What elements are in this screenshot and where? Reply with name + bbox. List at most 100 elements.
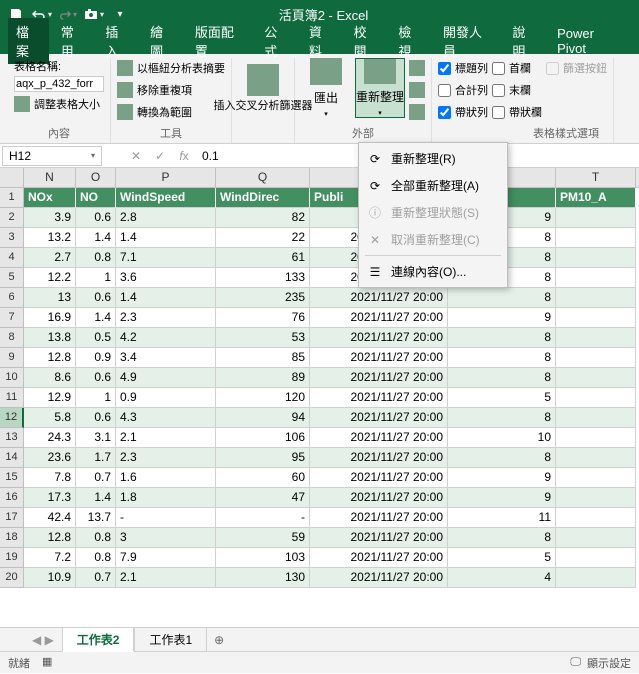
cell[interactable]: 2.1 (116, 568, 216, 588)
cell[interactable]: 3.4 (116, 348, 216, 368)
cell[interactable]: 0.8 (76, 528, 116, 548)
cell[interactable] (556, 508, 636, 528)
cell[interactable]: 61 (216, 248, 310, 268)
dm-refresh[interactable]: ⟳重新整理(R) (361, 145, 505, 172)
cell[interactable]: 7.9 (116, 548, 216, 568)
cell[interactable]: 0.9 (76, 348, 116, 368)
cell[interactable]: 2021/11/27 20:00 (310, 368, 448, 388)
cell[interactable]: 94 (216, 408, 310, 428)
cell[interactable]: 53 (216, 328, 310, 348)
cell[interactable]: 0.7 (76, 568, 116, 588)
cell[interactable]: 4 (448, 568, 556, 588)
open-browser-button[interactable] (409, 80, 425, 100)
cell[interactable]: 1.6 (116, 468, 216, 488)
cell[interactable] (556, 568, 636, 588)
cell[interactable] (556, 368, 636, 388)
cell[interactable]: NO (76, 188, 116, 208)
cell[interactable]: 9 (448, 308, 556, 328)
row-header[interactable]: 13 (0, 428, 24, 448)
cell[interactable]: 2021/11/27 20:00 (310, 408, 448, 428)
cell[interactable] (556, 348, 636, 368)
cell[interactable] (556, 308, 636, 328)
menu-powerpivot[interactable]: Power Pivot (549, 22, 631, 60)
add-sheet-button[interactable]: ⊕ (207, 633, 231, 647)
cell[interactable] (556, 448, 636, 468)
cell[interactable]: 2021/11/27 20:00 (310, 528, 448, 548)
row-header[interactable]: 12 (0, 408, 24, 428)
cell[interactable] (556, 248, 636, 268)
cell[interactable]: 13 (24, 288, 76, 308)
cell[interactable] (556, 268, 636, 288)
row-header[interactable]: 15 (0, 468, 24, 488)
cell[interactable]: 95 (216, 448, 310, 468)
cell[interactable]: 12.9 (24, 388, 76, 408)
cell[interactable]: 5 (448, 388, 556, 408)
macro-icon[interactable]: ▦ (42, 655, 52, 671)
cell[interactable]: 2021/11/27 20:00 (310, 548, 448, 568)
cell[interactable]: 1.8 (116, 488, 216, 508)
cell[interactable]: 7.8 (24, 468, 76, 488)
cell[interactable]: 2.8 (116, 208, 216, 228)
cell[interactable]: 7.1 (116, 248, 216, 268)
cell[interactable]: 1.4 (116, 288, 216, 308)
cell[interactable]: 2.1 (116, 428, 216, 448)
cell[interactable]: 8.6 (24, 368, 76, 388)
cell[interactable]: PM10_A (556, 188, 636, 208)
cell[interactable]: 24.3 (24, 428, 76, 448)
cell[interactable]: 103 (216, 548, 310, 568)
cell[interactable] (556, 428, 636, 448)
cell[interactable]: 8 (448, 368, 556, 388)
cell[interactable]: 4.3 (116, 408, 216, 428)
name-box[interactable]: H12▾ (2, 146, 102, 166)
cell[interactable]: 0.8 (76, 248, 116, 268)
cell[interactable]: 8 (448, 288, 556, 308)
cell[interactable] (556, 548, 636, 568)
cell[interactable]: 8 (448, 408, 556, 428)
cell[interactable]: 7.2 (24, 548, 76, 568)
cell[interactable]: 2021/11/27 20:00 (310, 508, 448, 528)
cell[interactable]: 22 (216, 228, 310, 248)
cell[interactable]: 4.2 (116, 328, 216, 348)
cell[interactable]: 60 (216, 468, 310, 488)
cell[interactable]: 3.9 (24, 208, 76, 228)
cell[interactable]: 1.4 (76, 488, 116, 508)
cell[interactable]: 0.5 (76, 328, 116, 348)
col-header[interactable]: O (76, 168, 116, 187)
row-header[interactable]: 4 (0, 248, 24, 268)
cell[interactable]: 8 (448, 328, 556, 348)
total-row-check[interactable]: 合計列 (438, 80, 488, 100)
refresh-button[interactable]: 重新整理▾ (355, 58, 405, 118)
row-header[interactable]: 8 (0, 328, 24, 348)
cell[interactable]: 2021/11/27 20:00 (310, 468, 448, 488)
cell[interactable]: 4.9 (116, 368, 216, 388)
cell[interactable]: 3.6 (116, 268, 216, 288)
display-settings-label[interactable]: 顯示設定 (587, 655, 631, 671)
cell[interactable]: 3 (116, 528, 216, 548)
banded-rows-check[interactable]: 帶狀列 (438, 102, 488, 122)
fx-button[interactable]: fx (172, 149, 196, 163)
banded-cols-check[interactable]: 帶狀欄 (492, 102, 542, 122)
cell[interactable]: 23.6 (24, 448, 76, 468)
export-button[interactable]: 匯出▾ (301, 58, 351, 118)
cell[interactable] (556, 228, 636, 248)
row-header[interactable]: 20 (0, 568, 24, 588)
col-header[interactable]: P (116, 168, 216, 187)
cell[interactable] (556, 408, 636, 428)
tab-nav[interactable]: ◀ ▶ (24, 633, 62, 647)
cell[interactable]: 89 (216, 368, 310, 388)
dm-connection-props[interactable]: ☰連線內容(O)... (361, 258, 505, 285)
remove-duplicates-button[interactable]: 移除重複項 (117, 80, 225, 100)
cell[interactable]: 12.2 (24, 268, 76, 288)
cell[interactable]: 0.8 (76, 548, 116, 568)
cell[interactable]: 0.6 (76, 208, 116, 228)
last-col-check[interactable]: 末欄 (492, 80, 542, 100)
cell[interactable]: 0.6 (76, 408, 116, 428)
cell[interactable]: 2021/11/27 20:00 (310, 328, 448, 348)
cell[interactable]: 2021/11/27 20:00 (310, 388, 448, 408)
cell[interactable]: 2021/11/27 20:00 (310, 428, 448, 448)
cell[interactable]: 9 (448, 488, 556, 508)
col-header[interactable]: N (24, 168, 76, 187)
cell[interactable]: 5.8 (24, 408, 76, 428)
cell[interactable]: 1 (76, 268, 116, 288)
cell[interactable]: - (116, 508, 216, 528)
